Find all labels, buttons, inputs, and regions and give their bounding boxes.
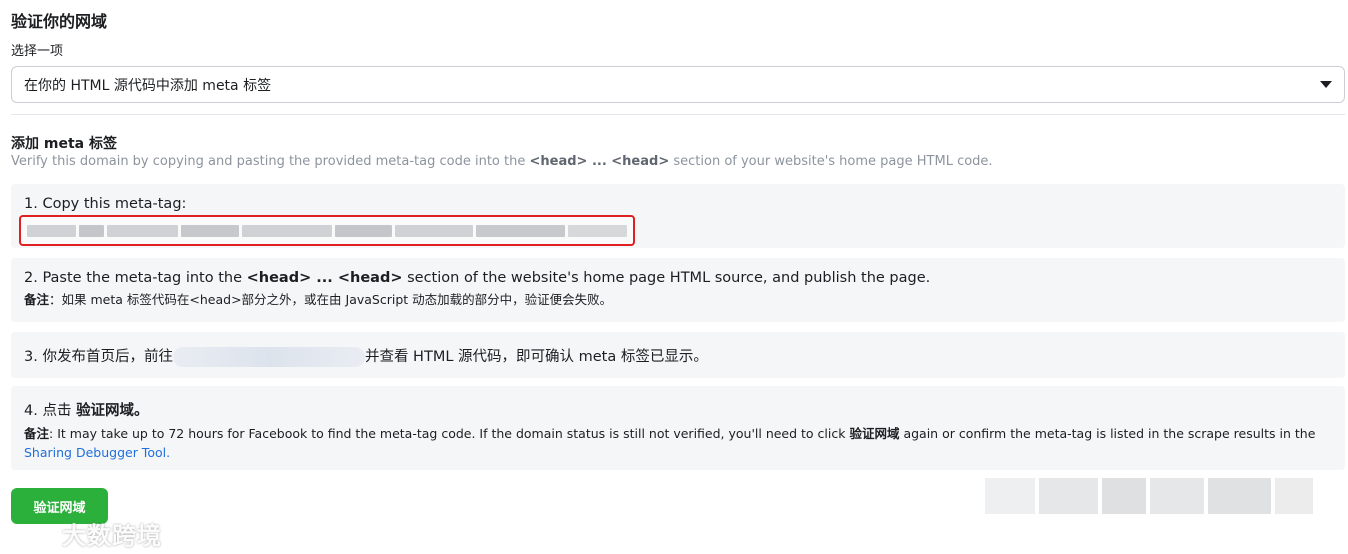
section-title: 添加 meta 标签 [11,136,117,152]
step-4: 4. 点击 验证网域。 备注: It may take up to 72 hou… [11,386,1345,470]
redacted-block [475,224,566,237]
redacted-block [242,224,332,237]
verification-method-select[interactable]: 在你的 HTML 源代码中添加 meta 标签 [11,66,1345,103]
redacted-block [180,224,240,237]
step-2-note: 备注：如果 meta 标签代码在<head>部分之外，或在由 JavaScrip… [24,292,613,307]
step-1-text: 1. Copy this meta-tag: [24,196,187,212]
step-3: 3. 你发布首页后，前往 并查看 HTML 源代码，即可确认 meta 标签已显示… [11,332,1345,378]
redacted-block [394,224,473,237]
section-description: Verify this domain by copying and pastin… [11,154,993,169]
step-2: 2. Paste the meta-tag into the <head> ..… [11,258,1345,322]
watermark: 大数跨境 [12,516,162,551]
watermark-logo-icon [12,521,54,547]
select-label: 选择一项 [11,44,64,59]
step-3-text: 3. 你发布首页后，前往 并查看 HTML 源代码，即可确认 meta 标签已显示… [24,347,708,367]
divider [11,114,1345,115]
redacted-block [107,224,178,237]
caret-down-icon [1320,81,1332,88]
redacted-block [78,224,105,237]
redacted-area [985,475,1313,517]
step-4-note: 备注: It may take up to 72 hours for Faceb… [24,426,1316,441]
watermark-text: 大数跨境 [62,522,162,550]
redacted-block [568,224,628,237]
redacted-block [334,224,392,237]
select-value: 在你的 HTML 源代码中添加 meta 标签 [24,77,272,94]
page-title: 验证你的网域 [11,12,108,31]
redacted-block [27,224,76,237]
sharing-debugger-link[interactable]: Sharing Debugger Tool. [24,445,170,460]
meta-tag-code-field[interactable] [19,215,635,246]
redacted-url [172,347,365,367]
step-2-text: 2. Paste the meta-tag into the <head> ..… [24,270,931,286]
step-4-text: 4. 点击 验证网域。 [24,403,149,419]
